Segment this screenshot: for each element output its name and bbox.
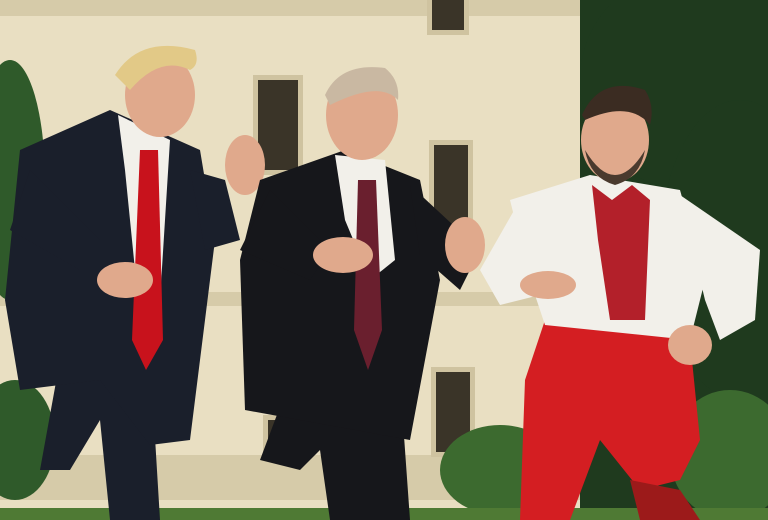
hand: [313, 237, 373, 273]
building-cornice: [0, 0, 590, 16]
photo-scene: [0, 0, 768, 520]
hand: [97, 262, 153, 298]
hand: [520, 271, 576, 299]
hand: [445, 217, 485, 273]
scene-canvas: [0, 0, 768, 520]
hand: [668, 325, 712, 365]
window: [432, 0, 464, 30]
